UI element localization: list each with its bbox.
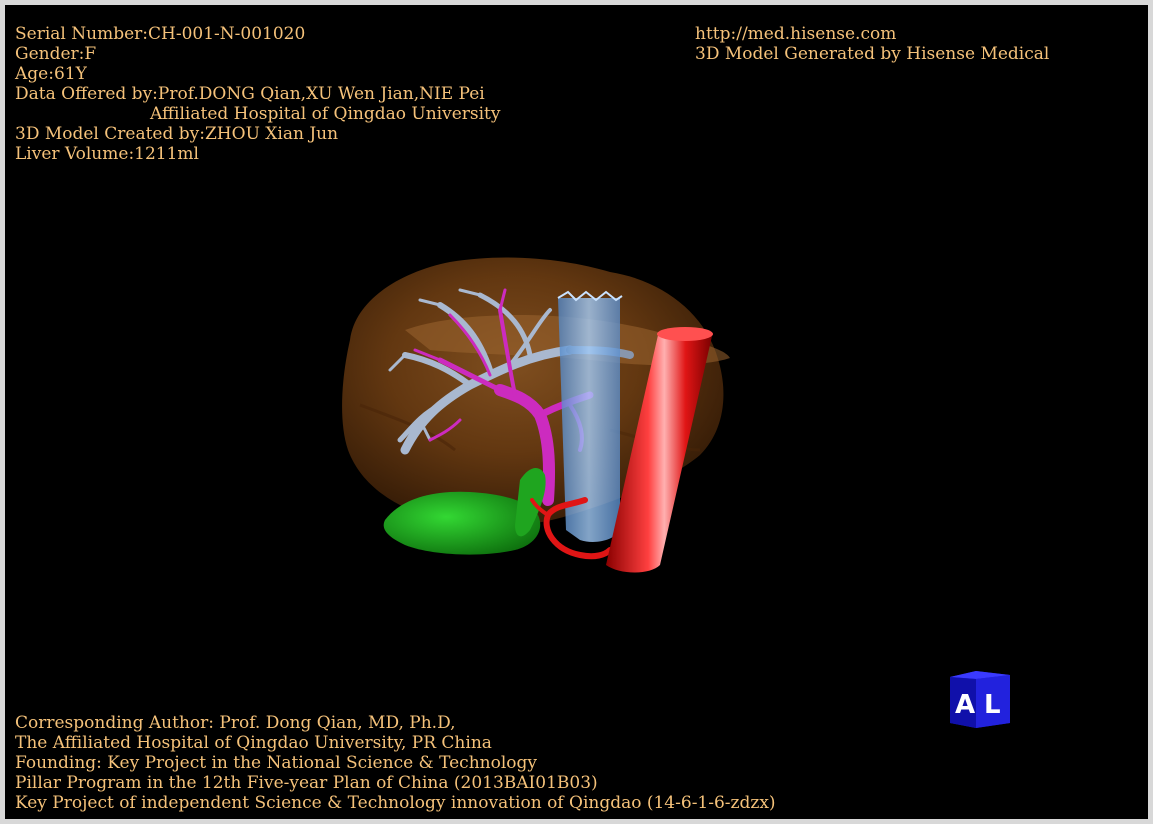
orientation-cube[interactable]: A L xyxy=(946,671,1014,729)
3d-viewer-canvas[interactable]: Serial Number:CH-001-N-001020 Gender:F A… xyxy=(10,10,1143,814)
credit-corresponding-author: Corresponding Author: Prof. Dong Qian, M… xyxy=(15,713,456,733)
brand-generated-by: 3D Model Generated by Hisense Medical xyxy=(695,44,1050,64)
brand-url: http://med.hisense.com xyxy=(695,24,897,44)
hospital-name: Affiliated Hospital of Qingdao Universit… xyxy=(150,104,501,124)
orientation-face-left: L xyxy=(984,690,1001,720)
credit-affiliation: The Affiliated Hospital of Qingdao Unive… xyxy=(15,733,492,753)
orientation-face-anterior: A xyxy=(955,690,975,720)
serial-number: Serial Number:CH-001-N-001020 xyxy=(15,24,306,44)
credit-founding: Founding: Key Project in the National Sc… xyxy=(15,753,537,773)
credit-pillar-program: Pillar Program in the 12th Five-year Pla… xyxy=(15,773,598,793)
liver-volume: Liver Volume:1211ml xyxy=(15,144,199,164)
data-offered-by: Data Offered by:Prof.DONG Qian,XU Wen Ji… xyxy=(15,84,485,104)
viewer-window-frame: Serial Number:CH-001-N-001020 Gender:F A… xyxy=(0,0,1153,824)
model-created-by: 3D Model Created by:ZHOU Xian Jun xyxy=(15,124,339,144)
gender: Gender:F xyxy=(15,44,97,64)
credit-key-project: Key Project of independent Science & Tec… xyxy=(15,793,776,813)
age: Age:61Y xyxy=(15,64,87,84)
